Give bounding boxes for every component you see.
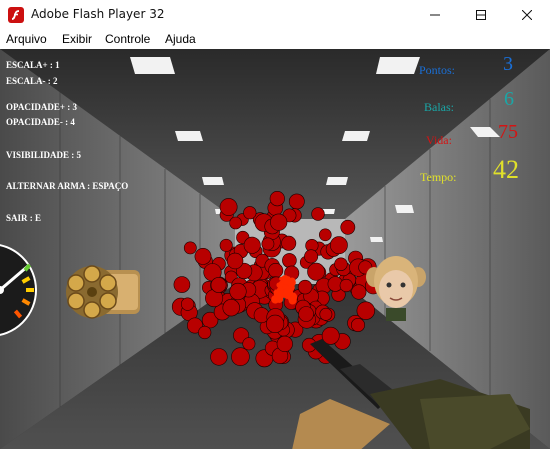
flash-player-icon [8,7,24,23]
menu-bar: Arquivo Exibir Controle Ajuda [0,30,550,49]
minimize-icon-2 [430,14,440,16]
bullet-hole [304,249,319,264]
menu-ajuda[interactable]: Ajuda [165,32,196,46]
revolver-cylinder-icon [66,265,140,319]
bullet-hole [243,236,261,254]
vida-value: 75 [498,121,518,143]
hit-burst [283,287,294,297]
balas-label: Balas: [424,100,454,114]
bullet-hole [210,348,228,366]
bullet-hole [282,253,297,268]
bullet-hole [270,213,288,231]
girl-target-icon[interactable] [366,253,426,321]
hint-opacidade-minus: OPACIDADE- : 4 [6,117,75,127]
bullet-hole [194,247,212,265]
hit-burst [276,282,282,288]
bullet-hole [266,314,285,334]
hint-escala-minus: ESCALA- : 2 [6,76,58,86]
vida-label: Vida: [426,133,452,147]
bullet-hole [229,216,242,230]
shotgun-weapon [292,339,530,449]
bullet-hole [229,282,247,301]
bullet-hole [334,257,348,271]
menu-exibir[interactable]: Exibir [62,32,92,46]
bullet-hole [198,325,212,340]
hit-burst [279,276,284,281]
bullet-hole [350,317,365,332]
bullet-hole [243,206,257,220]
bullet-hole [222,299,240,317]
minimize-button-2[interactable] [412,0,458,30]
close-icon [522,10,532,20]
bullet-hole [231,347,250,367]
bullet-hole [219,238,233,252]
bullet-hole [339,278,353,293]
bullet-hole [242,337,256,351]
bullet-hole [226,252,244,270]
bullet-hole [329,236,348,255]
bullet-hole [351,284,367,300]
bullet-hole [318,228,332,242]
title-bar: Adobe Flash Player 32 [0,0,550,30]
bullet-hole [319,307,333,321]
maximize-icon [476,10,486,20]
bullet-hole [288,193,305,210]
tempo-value: 42 [493,155,519,184]
menu-arquivo[interactable]: Arquivo [6,32,47,46]
bullet-hole [297,279,313,295]
bullet-hole [307,262,326,281]
pontos-value: 3 [503,53,513,75]
hint-escala-plus: ESCALA+ : 1 [6,60,60,70]
close-button[interactable] [504,0,550,30]
bullet-hole [311,207,325,221]
bullet-hole [268,263,284,279]
bullet-hole [261,237,275,251]
tempo-label: Tempo: [420,170,457,184]
game-viewport[interactable]: ESCALA+ : 1 ESCALA- : 2 OPACIDADE+ : 3 O… [0,49,550,449]
dial-gauge-icon [0,244,37,336]
bullet-hole [298,306,314,322]
bullet-hole [173,276,191,293]
bullet-hole [269,191,285,207]
window-title: Adobe Flash Player 32 [31,7,165,21]
hint-alternar-arma: ALTERNAR ARMA : ESPAÇO [6,181,129,191]
bullet-hole [210,277,227,293]
bullet-hole [219,198,238,216]
bullet-hole [340,219,356,235]
bullet-hole [181,297,195,311]
balas-value: 6 [504,88,514,110]
maximize-button[interactable] [458,0,504,30]
hint-sair: SAIR : E [6,213,42,223]
bullet-hole [281,235,297,251]
menu-controle[interactable]: Controle [105,32,150,46]
bullet-hole [183,241,197,255]
pontos-label: Pontos: [419,63,456,77]
hint-visibilidade: VISIBILIDADE : 5 [6,150,82,160]
hint-opacidade-plus: OPACIDADE+ : 3 [6,102,77,112]
